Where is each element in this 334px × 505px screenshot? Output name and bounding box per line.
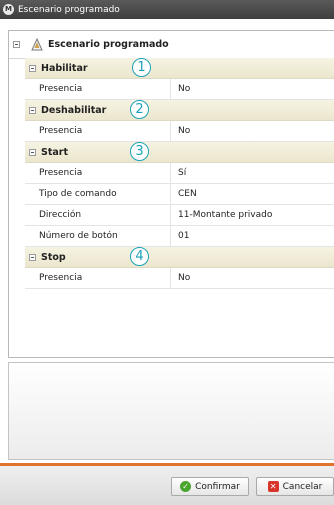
property-row[interactable]: Tipo de comando CEN <box>25 184 334 205</box>
title-bar[interactable]: M Escenario programado <box>0 0 334 19</box>
group-stop[interactable]: Stop 4 <box>25 247 334 268</box>
window-title: Escenario programado <box>18 4 120 15</box>
property-value[interactable]: No <box>171 268 334 288</box>
property-name: Presencia <box>25 79 171 99</box>
property-value[interactable]: Sí <box>171 163 334 183</box>
app-icon: M <box>3 4 14 15</box>
property-row[interactable]: Presencia Sí <box>25 163 334 184</box>
collapse-icon[interactable] <box>29 106 36 114</box>
property-row[interactable]: Presencia No <box>25 79 334 100</box>
property-name: Presencia <box>25 268 171 288</box>
group-habilitar[interactable]: Habilitar 1 <box>25 58 334 79</box>
group-start[interactable]: Start 3 <box>25 142 334 163</box>
group-deshabilitar[interactable]: Deshabilitar 2 <box>25 100 334 121</box>
callout-badge: 1 <box>132 58 151 77</box>
property-value[interactable]: 01 <box>171 226 334 246</box>
property-value[interactable]: 11-Montante privado <box>171 205 334 225</box>
collapse-icon[interactable] <box>29 148 36 156</box>
tree-root-label: Escenario programado <box>48 39 169 50</box>
collapse-icon[interactable] <box>29 64 36 72</box>
confirm-button[interactable]: ✓ Confirmar <box>171 477 249 496</box>
property-value[interactable]: CEN <box>171 184 334 204</box>
property-name: Número de botón <box>25 226 171 246</box>
property-row[interactable]: Presencia No <box>25 121 334 142</box>
property-value[interactable]: No <box>171 79 334 99</box>
callout-badge: 2 <box>130 100 149 119</box>
property-table: Habilitar 1 Presencia No Deshabilitar 2 … <box>25 58 334 289</box>
group-label: Start <box>41 146 69 158</box>
property-name: Presencia <box>25 121 171 141</box>
cancel-button-label: Cancelar <box>282 481 323 492</box>
tree-root[interactable]: Escenario programado <box>9 31 334 59</box>
callout-badge: 4 <box>130 247 149 266</box>
property-row[interactable]: Número de botón 01 <box>25 226 334 247</box>
property-name: Presencia <box>25 163 171 183</box>
property-value[interactable]: No <box>171 121 334 141</box>
dialog-footer: ✓ Confirmar ✕ Cancelar <box>0 466 334 505</box>
scenario-icon <box>31 37 43 50</box>
property-row[interactable]: Presencia No <box>25 268 334 289</box>
collapse-icon[interactable] <box>13 41 20 48</box>
checkmark-icon: ✓ <box>180 481 192 492</box>
description-panel <box>8 362 334 460</box>
property-grid[interactable]: Escenario programado Habilitar 1 Presenc… <box>8 30 334 358</box>
callout-badge: 3 <box>130 142 149 161</box>
property-name: Tipo de comando <box>25 184 171 204</box>
confirm-button-label: Confirmar <box>195 481 240 492</box>
group-label: Stop <box>41 251 66 263</box>
group-label: Habilitar <box>41 62 88 74</box>
close-icon: ✕ <box>267 481 279 492</box>
property-name: Dirección <box>25 205 171 225</box>
group-label: Deshabilitar <box>41 104 107 116</box>
property-row[interactable]: Dirección 11-Montante privado <box>25 205 334 226</box>
collapse-icon[interactable] <box>29 253 36 261</box>
cancel-button[interactable]: ✕ Cancelar <box>256 477 334 496</box>
